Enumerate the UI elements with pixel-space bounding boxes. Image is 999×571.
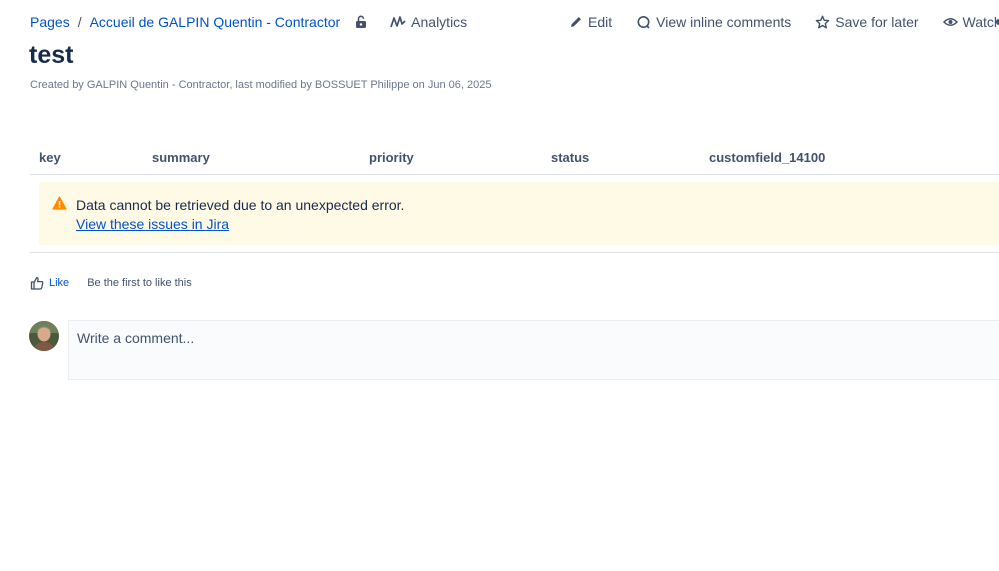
breadcrumb-pages-link[interactable]: Pages [30, 14, 70, 30]
like-status-text: Be the first to like this [87, 277, 192, 289]
edit-label: Edit [588, 14, 613, 30]
comment-placeholder: Write a comment... [77, 330, 195, 346]
column-header-key[interactable]: key [39, 150, 61, 165]
save-for-later-button[interactable]: Save for later [815, 14, 919, 30]
like-section: Like Be the first to like this [30, 276, 192, 290]
star-icon [815, 15, 830, 29]
pencil-icon [571, 17, 581, 27]
watch-button[interactable]: Watch [942, 14, 999, 30]
like-button[interactable]: Like [30, 276, 69, 290]
table-divider [30, 252, 999, 253]
column-header-priority[interactable]: priority [369, 150, 414, 165]
thumbs-up-icon [30, 276, 44, 290]
breadcrumb-separator: / [77, 14, 82, 30]
edit-button[interactable]: Edit [569, 14, 612, 30]
like-label: Like [49, 277, 70, 289]
analytics-label: Analytics [411, 14, 468, 30]
watch-label: Watch [962, 14, 999, 30]
page-title: test [29, 41, 74, 69]
page-byline: Created by GALPIN Quentin - Contractor, … [30, 79, 492, 91]
unlock-icon[interactable] [354, 15, 368, 29]
analytics-button[interactable]: Analytics [390, 14, 467, 30]
jira-error-message: Data cannot be retrieved due to an unexp… [39, 182, 999, 245]
comment-input[interactable]: Write a comment... [68, 320, 999, 380]
jira-table-header: key summary priority status customfield_… [30, 145, 999, 175]
warning-icon [52, 196, 67, 210]
page-actions: Edit View inline comments Save for later… [569, 14, 999, 30]
error-text: Data cannot be retrieved due to an unexp… [76, 197, 405, 213]
view-issues-in-jira-link[interactable]: View these issues in Jira [76, 216, 229, 232]
page-header: Pages / Accueil de GALPIN Quentin - Cont… [0, 0, 999, 46]
eye-icon [942, 18, 958, 26]
avatar[interactable] [29, 321, 59, 351]
breadcrumb-space-link[interactable]: Accueil de GALPIN Quentin - Contractor [90, 14, 341, 30]
comment-icon [637, 15, 650, 29]
column-header-status[interactable]: status [551, 150, 589, 165]
save-for-later-label: Save for later [835, 14, 919, 30]
view-inline-comments-button[interactable]: View inline comments [636, 14, 791, 30]
column-header-summary[interactable]: summary [152, 150, 210, 165]
view-inline-comments-label: View inline comments [656, 14, 792, 30]
column-header-customfield[interactable]: customfield_14100 [709, 150, 825, 165]
analytics-icon [390, 16, 406, 28]
breadcrumb: Pages / Accueil de GALPIN Quentin - Cont… [30, 14, 467, 30]
